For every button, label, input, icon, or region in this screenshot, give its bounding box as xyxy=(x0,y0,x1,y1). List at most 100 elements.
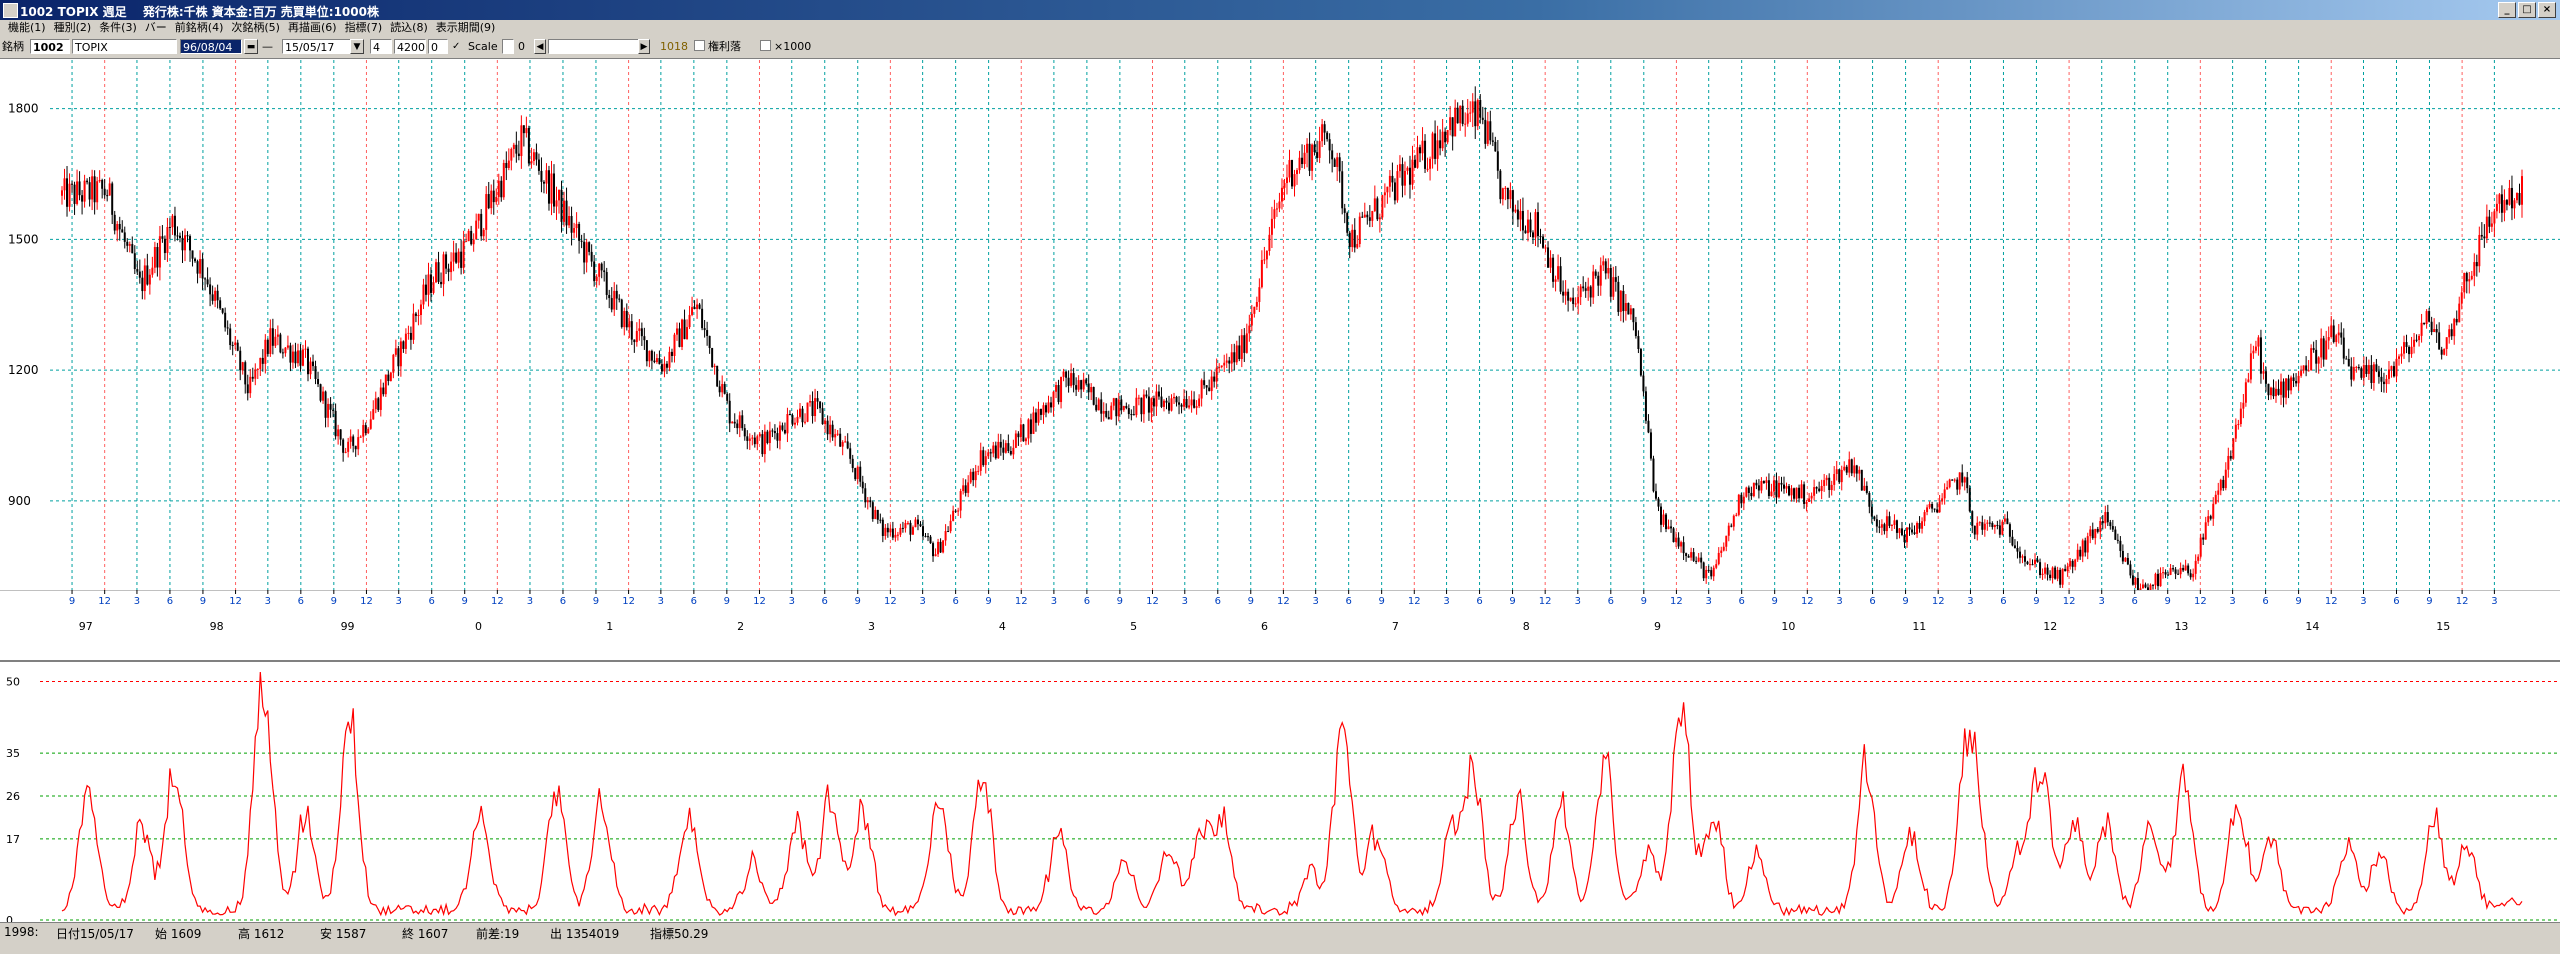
candle-body xyxy=(2463,272,2466,293)
minimize-button[interactable]: _ xyxy=(2498,2,2516,18)
candle-body xyxy=(911,527,914,535)
field-three-input[interactable]: 0 xyxy=(428,39,448,54)
candle-body xyxy=(1024,438,1027,442)
candle-body xyxy=(841,442,844,447)
menu-item[interactable]: 機能(1) xyxy=(8,21,46,34)
candle-body xyxy=(1431,133,1434,159)
candle-body xyxy=(2179,567,2182,575)
month-tick-label: 12 xyxy=(229,596,242,607)
candle-body xyxy=(1203,380,1206,386)
candle-body xyxy=(2330,325,2333,338)
candle-body xyxy=(342,439,345,453)
name-input[interactable]: TOPIX xyxy=(72,39,177,54)
candle-body xyxy=(1725,535,1728,547)
close-button[interactable]: × xyxy=(2538,2,2556,18)
candle-body xyxy=(731,421,734,424)
candle-body xyxy=(1313,144,1316,153)
candle-body xyxy=(1783,484,1785,489)
candle-body xyxy=(229,328,232,346)
candle-body xyxy=(761,434,764,455)
candle-body xyxy=(1685,553,1688,556)
candle-body xyxy=(977,470,980,472)
field-one-input[interactable]: 4 xyxy=(370,39,392,54)
field-two-input[interactable]: 4200 xyxy=(394,39,426,54)
menu-item[interactable]: 条件(3) xyxy=(99,21,137,34)
candle-body xyxy=(1582,286,1585,289)
candle-body xyxy=(2418,335,2421,341)
candle-body xyxy=(670,351,673,356)
menu-item[interactable]: 前銘柄(4) xyxy=(175,21,224,34)
candle-body xyxy=(665,363,668,368)
date-spin-button[interactable]: ▬ xyxy=(244,39,258,54)
candle-body xyxy=(994,445,997,459)
month-tick-label: 12 xyxy=(753,596,766,607)
candle-body xyxy=(824,420,827,425)
candle-body xyxy=(570,216,573,233)
candle-body xyxy=(1707,569,1710,571)
chevron-down-icon[interactable]: ▼ xyxy=(350,39,364,54)
candle-body xyxy=(284,347,287,354)
menu-item[interactable]: 再描画(6) xyxy=(288,21,337,34)
candle-body xyxy=(500,180,503,198)
candle-body xyxy=(2410,346,2413,355)
scroll-track[interactable] xyxy=(548,39,644,54)
candle-body xyxy=(515,144,518,154)
menu-item[interactable]: 種別(2) xyxy=(54,21,92,34)
candle-body xyxy=(861,481,864,489)
candle-body xyxy=(2377,371,2380,377)
candle-body xyxy=(2370,365,2373,383)
candle-body xyxy=(713,365,716,367)
candle-body xyxy=(1230,352,1233,364)
candle-body xyxy=(640,328,643,337)
scale-checkbox[interactable] xyxy=(502,39,514,54)
candle-body xyxy=(367,428,370,434)
indicator-tick-label: 26 xyxy=(6,790,20,803)
candle-body xyxy=(964,485,967,493)
month-tick-label: 6 xyxy=(1608,596,1614,607)
candle-body xyxy=(2355,366,2358,368)
candle-body xyxy=(1456,107,1459,124)
candle-body xyxy=(279,334,282,353)
candle-body xyxy=(535,152,538,160)
status-volume: 出 1354019 xyxy=(550,927,620,941)
year-tick-label: 10 xyxy=(1781,620,1795,633)
candle-body xyxy=(600,263,603,271)
maximize-button[interactable]: □ xyxy=(2518,2,2536,18)
x1000-checkbox[interactable]: ×1000 xyxy=(760,39,811,54)
candle-body xyxy=(1371,211,1374,221)
scroll-right-button[interactable]: ▶ xyxy=(638,39,650,54)
rights-checkbox[interactable]: 権利落 xyxy=(694,39,741,54)
candle-body xyxy=(879,519,882,521)
start-date-input[interactable]: 96/08/04 xyxy=(180,39,242,54)
menu-item[interactable]: 読込(8) xyxy=(390,21,428,34)
menu-item[interactable]: バー xyxy=(145,21,167,34)
candle-body xyxy=(419,304,422,316)
candle-body xyxy=(547,170,550,204)
code-input[interactable]: 1002 xyxy=(30,39,70,54)
candle-body xyxy=(2325,340,2328,360)
menu-item[interactable]: 表示期間(9) xyxy=(436,21,496,34)
scroll-left-button[interactable]: ◀ xyxy=(534,39,546,54)
candle-body xyxy=(2034,559,2037,565)
candle-body xyxy=(199,259,202,274)
menu-item[interactable]: 次銘柄(5) xyxy=(231,21,280,34)
candle-body xyxy=(919,524,922,527)
candle-body xyxy=(1702,562,1705,579)
candle-body xyxy=(1770,491,1773,497)
status-high: 高 1612 xyxy=(238,927,285,941)
candle-body xyxy=(1120,399,1123,411)
candle-body xyxy=(2219,479,2222,491)
candle-body xyxy=(1539,236,1542,238)
candle-body xyxy=(746,436,749,441)
candle-body xyxy=(1034,412,1037,423)
status-bar: 1998: 日付15/05/17 始 1609 高 1612 安 1587 終 … xyxy=(0,922,2560,954)
apply-check-icon[interactable]: ✓ xyxy=(452,39,460,54)
candle-body xyxy=(1301,157,1304,165)
candle-body xyxy=(2104,512,2107,524)
menu-item[interactable]: 指標(7) xyxy=(345,21,383,34)
candle-body xyxy=(816,398,819,402)
candle-body xyxy=(2162,572,2165,574)
candle-body xyxy=(309,361,312,375)
candle-body xyxy=(2295,380,2298,384)
candle-body xyxy=(1348,232,1351,248)
